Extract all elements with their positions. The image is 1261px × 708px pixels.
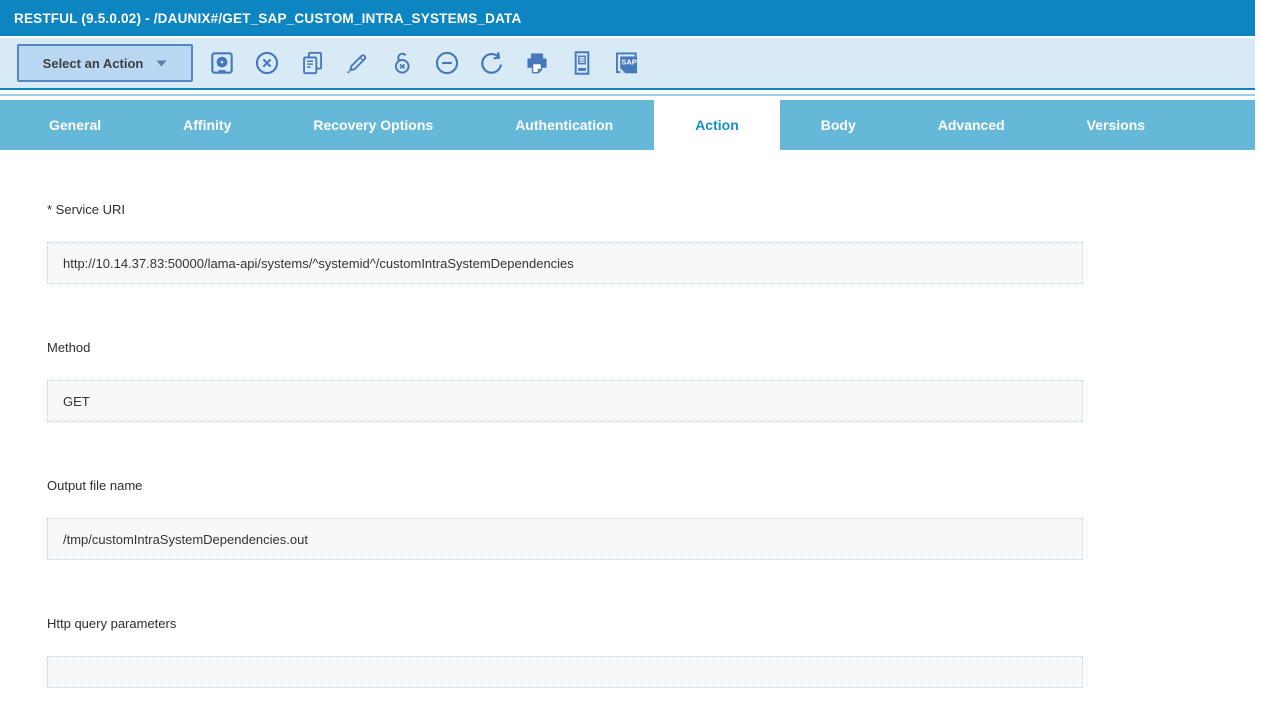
- sap-button[interactable]: SAP: [612, 48, 642, 78]
- save-button[interactable]: [207, 48, 237, 78]
- svg-text:SAP: SAP: [621, 58, 636, 67]
- output-file-name-label: Output file name: [47, 478, 1083, 493]
- tab-advanced[interactable]: Advanced: [897, 100, 1046, 150]
- form-group-method: Method GET: [47, 340, 1083, 422]
- form-group-http-query-parameters: Http query parameters: [47, 616, 1083, 688]
- redo-button[interactable]: [477, 48, 507, 78]
- method-field[interactable]: GET: [47, 380, 1083, 422]
- window-title-bar: RESTFUL (9.5.0.02) - /DAUNIX#/GET_SAP_CU…: [0, 0, 1255, 36]
- redo-icon: [478, 49, 506, 77]
- select-action-dropdown[interactable]: Select an Action: [17, 44, 193, 82]
- edit-button[interactable]: [342, 48, 372, 78]
- print-button[interactable]: [522, 48, 552, 78]
- output-file-name-field[interactable]: /tmp/customIntraSystemDependencies.out: [47, 518, 1083, 560]
- report-button[interactable]: [567, 48, 597, 78]
- caret-down-icon: [156, 60, 167, 67]
- print-icon: [523, 49, 551, 77]
- toolbar-icon-group: SAP: [207, 48, 642, 78]
- report-icon: [568, 49, 596, 77]
- toolbar: Select an Action: [0, 38, 1255, 90]
- copy-icon: [298, 49, 326, 77]
- tab-action[interactable]: Action: [654, 100, 780, 150]
- tab-affinity[interactable]: Affinity: [142, 100, 272, 150]
- cancel-button[interactable]: [252, 48, 282, 78]
- form-group-service-uri: * Service URI http://10.14.37.83:50000/l…: [47, 202, 1083, 284]
- cancel-icon: [253, 49, 281, 77]
- http-query-parameters-label: Http query parameters: [47, 616, 1083, 631]
- service-uri-field[interactable]: http://10.14.37.83:50000/lama-api/system…: [47, 242, 1083, 284]
- select-action-label: Select an Action: [43, 56, 144, 71]
- tab-general[interactable]: General: [8, 100, 142, 150]
- tab-bar: General Affinity Recovery Options Authen…: [0, 100, 1255, 150]
- window-title: RESTFUL (9.5.0.02) - /DAUNIX#/GET_SAP_CU…: [14, 11, 521, 26]
- service-uri-label: * Service URI: [47, 202, 1083, 217]
- unlock-button[interactable]: [387, 48, 417, 78]
- form-group-output-file-name: Output file name /tmp/customIntraSystemD…: [47, 478, 1083, 560]
- remove-button[interactable]: [432, 48, 462, 78]
- unlock-icon: [388, 49, 416, 77]
- sap-icon: SAP: [613, 49, 641, 77]
- copy-button[interactable]: [297, 48, 327, 78]
- tab-recovery-options[interactable]: Recovery Options: [272, 100, 474, 150]
- tab-body[interactable]: Body: [780, 100, 897, 150]
- http-query-parameters-field[interactable]: [47, 656, 1083, 688]
- tab-versions[interactable]: Versions: [1046, 100, 1186, 150]
- action-tab-panel: * Service URI http://10.14.37.83:50000/l…: [0, 150, 1261, 688]
- remove-icon: [433, 49, 461, 77]
- edit-icon: [343, 49, 371, 77]
- save-icon: [208, 49, 236, 77]
- tab-authentication[interactable]: Authentication: [474, 100, 654, 150]
- method-label: Method: [47, 340, 1083, 355]
